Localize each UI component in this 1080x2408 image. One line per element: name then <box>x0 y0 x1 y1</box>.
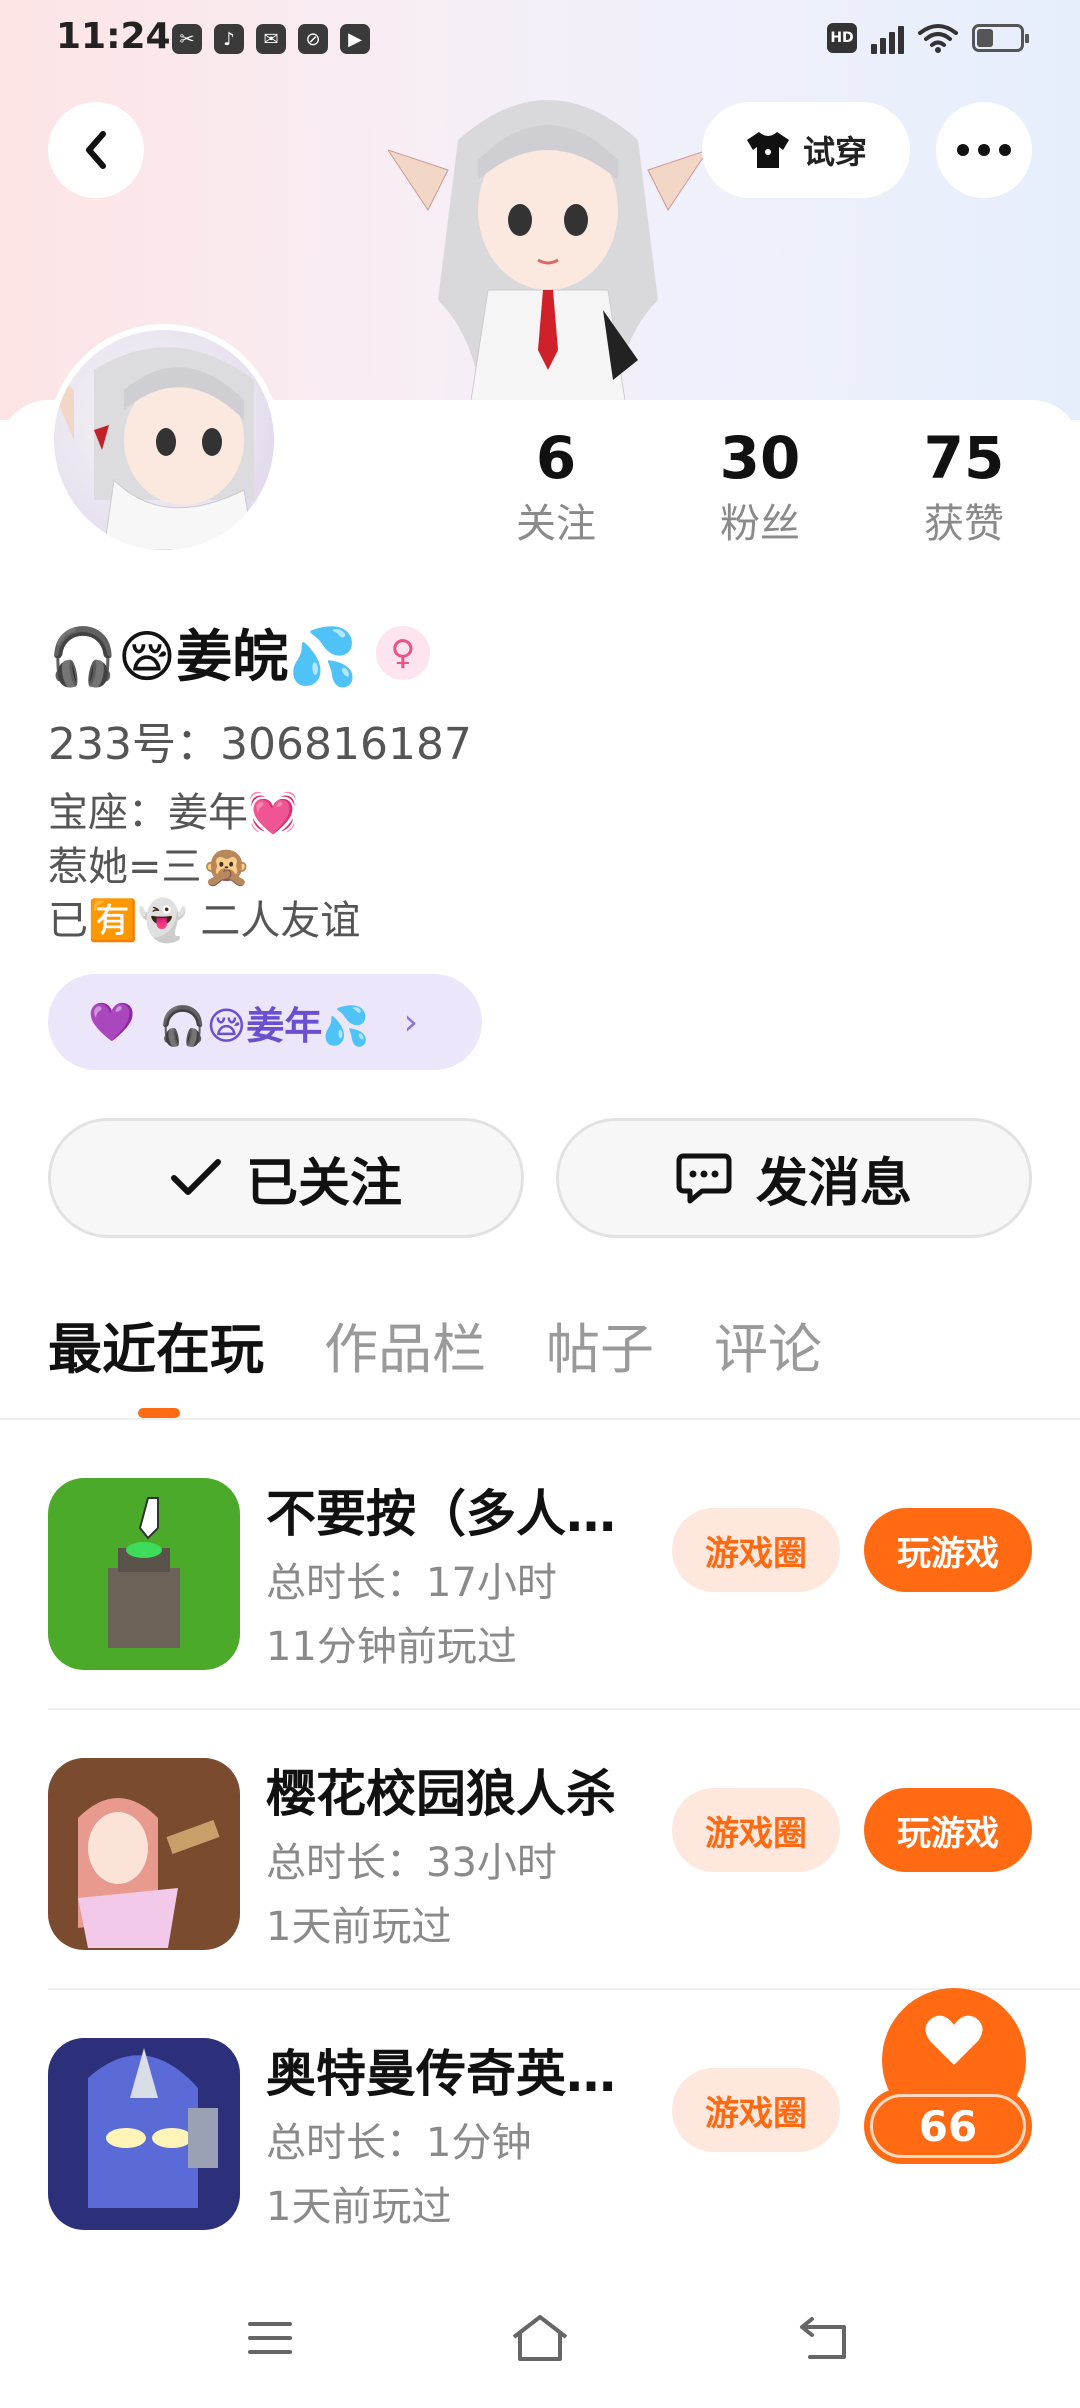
tab-recently-played[interactable]: 最近在玩 <box>48 1310 264 1390</box>
game-last-played: 11分钟前玩过 <box>266 1624 517 1670</box>
female-icon: ♀ <box>375 625 430 680</box>
following-count: 6 <box>535 424 577 492</box>
purple-heart-icon: 💜 <box>88 999 136 1044</box>
game-thumbnail-image <box>48 1478 240 1670</box>
game-last-played: 1天前玩过 <box>266 1904 452 1950</box>
profile-tabs: 最近在玩 作品栏 帖子 评论 <box>48 1310 822 1390</box>
fans-count: 30 <box>719 424 801 492</box>
like-count: 66 <box>870 2094 1026 2158</box>
following-label: 关注 <box>516 501 596 547</box>
send-message-button[interactable]: 发消息 <box>556 1118 1032 1238</box>
wifi-icon <box>918 24 958 53</box>
user-name: 🎧😪姜皖💦 <box>48 625 358 690</box>
tshirt-icon <box>746 132 789 168</box>
avatar-3d-figure <box>388 100 708 420</box>
system-nav-bar <box>0 2264 1080 2408</box>
game-circle-button[interactable]: 游戏圈 <box>672 1788 840 1872</box>
tab-works[interactable]: 作品栏 <box>324 1310 486 1390</box>
status-bar: 11:24 ✂ ♪ ✉ ⊘ ▶ HD <box>0 0 1080 80</box>
check-icon <box>170 1159 221 1195</box>
user-id[interactable]: 233号：306816187 <box>48 708 472 772</box>
stat-following[interactable]: 6 关注 <box>466 420 646 552</box>
try-on-label: 试穿 <box>802 133 867 171</box>
status-indicators: HD <box>827 22 1029 54</box>
likes-label: 获赞 <box>924 501 1004 547</box>
game-duration: 总时长：33小时 <box>266 1840 557 1886</box>
active-tab-indicator <box>138 1408 180 1418</box>
stat-likes[interactable]: 75 获赞 <box>874 420 1054 552</box>
game-last-played: 1天前玩过 <box>266 2184 452 2230</box>
game-row[interactable]: 樱花校园狼人杀 总时长：33小时 1天前玩过 游戏圈 玩游戏 <box>48 1706 1032 1986</box>
bio-line: 已🈶👻 二人友谊 <box>48 898 361 944</box>
like-button[interactable]: 66 <box>864 1988 1032 2172</box>
game-circle-button[interactable]: 游戏圈 <box>672 2068 840 2152</box>
try-on-button[interactable]: 试穿 <box>702 102 910 198</box>
more-options-button[interactable] <box>936 102 1032 198</box>
link-icon: ⊘ <box>298 24 328 54</box>
friendship-badge-label: 🎧😪姜年💦 <box>159 1003 370 1048</box>
return-icon <box>800 2317 846 2359</box>
cellular-signal-icon <box>871 22 904 54</box>
send-message-label: 发消息 <box>755 1153 912 1214</box>
game-thumbnail <box>48 2038 240 2230</box>
bio-line: 宝座：姜年💓 <box>48 790 298 836</box>
game-circle-button[interactable]: 游戏圈 <box>672 1508 840 1592</box>
tab-posts[interactable]: 帖子 <box>546 1310 654 1390</box>
play-icon: ▶ <box>340 24 370 54</box>
menu-icon <box>248 2322 292 2354</box>
game-duration: 总时长：17小时 <box>266 1560 557 1606</box>
back-nav-button[interactable] <box>794 2308 854 2368</box>
chevron-left-icon <box>86 131 106 169</box>
more-dots-icon <box>957 144 1011 156</box>
game-row[interactable]: 不要按（多人… 总时长：17小时 11分钟前玩过 游戏圈 玩游戏 <box>48 1426 1032 1706</box>
avatar[interactable] <box>48 324 280 556</box>
back-button[interactable] <box>48 102 144 198</box>
tiktok-icon: ♪ <box>214 24 244 54</box>
game-title: 奥特曼传奇英… <box>266 2045 616 2103</box>
mail-icon: ✉ <box>256 24 286 54</box>
status-time: 11:24 <box>56 16 171 57</box>
friendship-badge[interactable]: 💜 🎧😪姜年💦 › <box>48 974 482 1070</box>
followed-button[interactable]: 已关注 <box>48 1118 524 1238</box>
hd-badge: HD <box>827 23 857 53</box>
game-title: 樱花校园狼人杀 <box>266 1765 616 1823</box>
name-row: 🎧😪姜皖💦 ♀ <box>48 612 430 693</box>
home-button[interactable] <box>510 2308 570 2368</box>
bio: 宝座：姜年💓 惹她=三🙊 已🈶👻 二人友谊 <box>48 786 360 948</box>
play-game-button[interactable]: 玩游戏 <box>864 1788 1032 1872</box>
avatar-image <box>54 347 255 550</box>
game-thumbnail <box>48 1478 240 1670</box>
fans-label: 粉丝 <box>720 501 800 547</box>
heart-icon <box>925 2015 983 2065</box>
battery-icon <box>972 24 1029 52</box>
game-thumbnail-image <box>48 1758 240 1950</box>
home-icon <box>512 2315 568 2361</box>
play-game-button[interactable]: 玩游戏 <box>864 1508 1032 1592</box>
like-count-pill: 66 <box>864 2088 1032 2164</box>
game-thumbnail-image <box>48 2038 240 2230</box>
chevron-right-icon: › <box>403 1001 418 1043</box>
scissors-app-icon: ✂ <box>172 24 202 54</box>
recent-apps-button[interactable] <box>240 2308 300 2368</box>
tab-divider <box>0 1418 1080 1420</box>
stat-fans[interactable]: 30 粉丝 <box>670 420 850 552</box>
likes-count: 75 <box>923 424 1005 492</box>
followed-label: 已关注 <box>245 1153 402 1214</box>
chat-bubble-icon <box>676 1153 732 1204</box>
bio-line: 惹她=三🙊 <box>48 844 252 890</box>
game-title: 不要按（多人… <box>266 1485 616 1543</box>
game-duration: 总时长：1分钟 <box>266 2120 532 2166</box>
tab-comments[interactable]: 评论 <box>714 1310 822 1390</box>
game-thumbnail <box>48 1758 240 1950</box>
notification-icons: ✂ ♪ ✉ ⊘ ▶ <box>172 24 370 54</box>
